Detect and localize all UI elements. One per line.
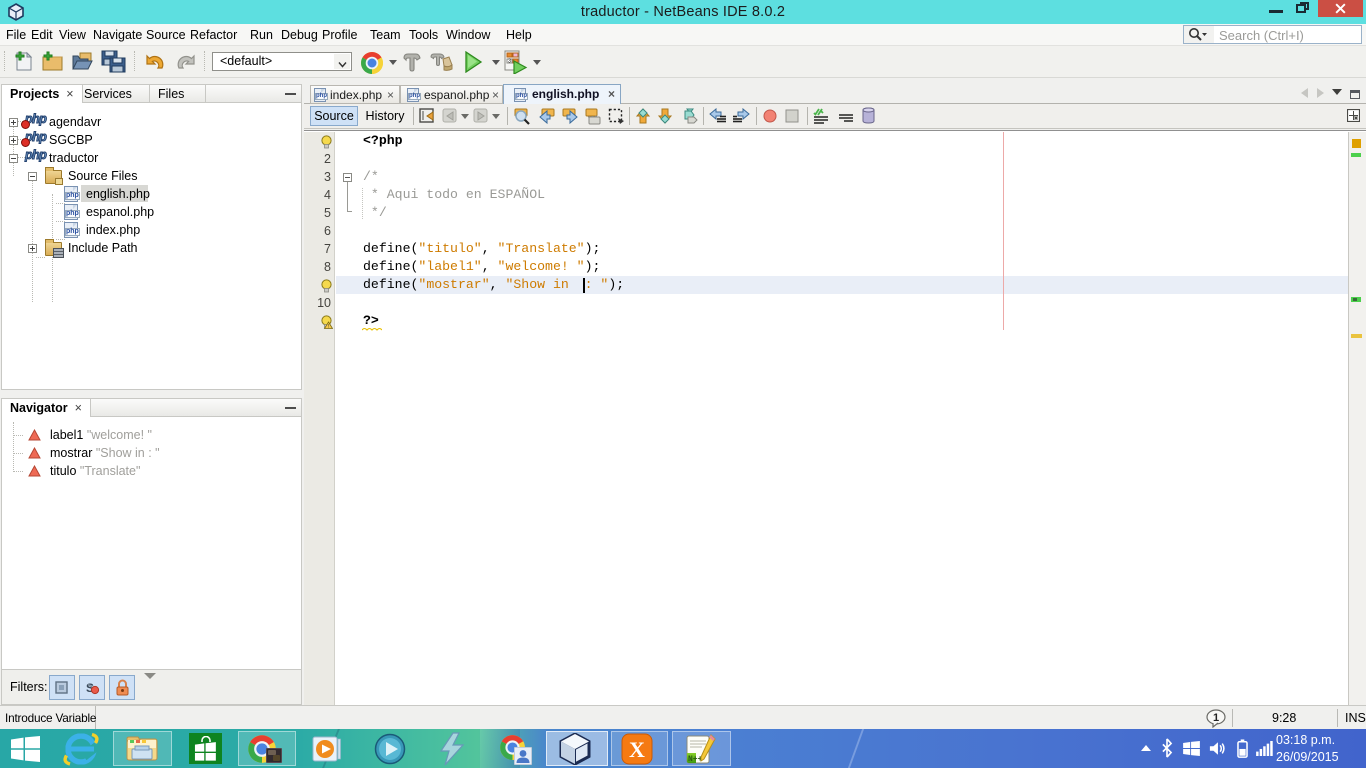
svg-text:N++: N++ xyxy=(688,755,703,764)
svg-text:3: 3 xyxy=(508,59,511,65)
svg-text:1: 1 xyxy=(1213,712,1219,724)
svg-text:X: X xyxy=(629,737,645,762)
svg-text:!: ! xyxy=(328,324,329,329)
